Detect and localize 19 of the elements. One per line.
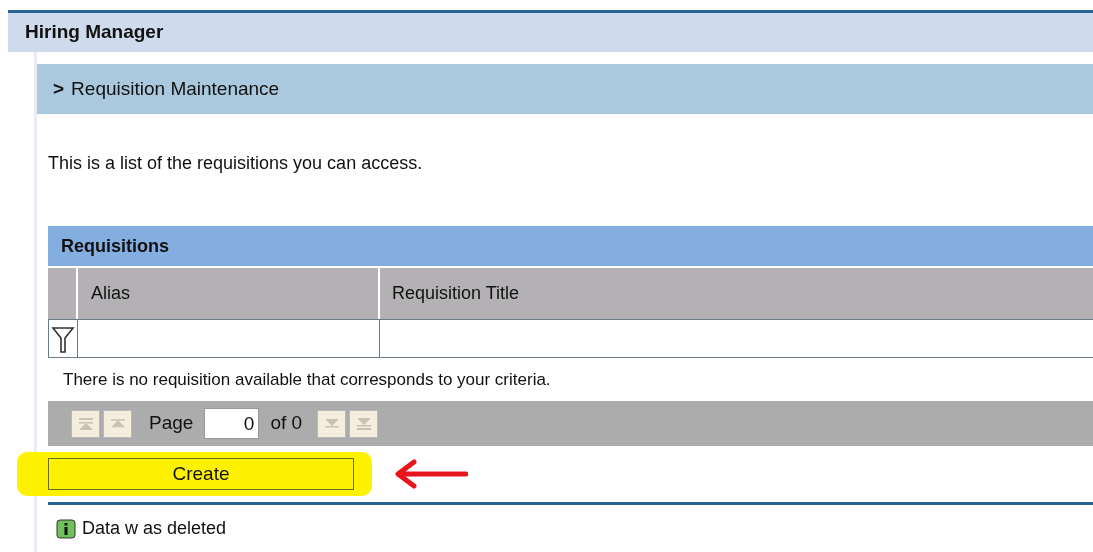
section-header[interactable]: > Requisition Maintenance — [37, 64, 1093, 114]
page-title: Hiring Manager — [25, 20, 164, 45]
intro-text: This is a list of the requisitions you can access. — [48, 151, 423, 175]
filter-icon[interactable] — [51, 325, 75, 355]
first-page-icon — [78, 417, 93, 430]
page-count: of 0 — [270, 411, 303, 436]
empty-message: There is no requisition available that corresponds to your criteria. — [63, 368, 551, 391]
section-title: Requisition Maintenance — [71, 76, 280, 101]
last-page-icon — [356, 417, 371, 430]
create-button[interactable]: Create — [48, 458, 354, 490]
column-header[interactable]: Alias — [78, 268, 380, 319]
expander-glyph: > — [53, 76, 65, 101]
page-label: Page — [149, 411, 194, 436]
column-header[interactable]: Requisition Title — [380, 268, 1093, 319]
status-message: Data w as deleted — [82, 517, 227, 540]
next-page-icon — [324, 419, 339, 428]
info-icon — [56, 518, 76, 539]
table-title: Requisitions — [61, 234, 169, 258]
previous-page-icon — [110, 419, 125, 428]
